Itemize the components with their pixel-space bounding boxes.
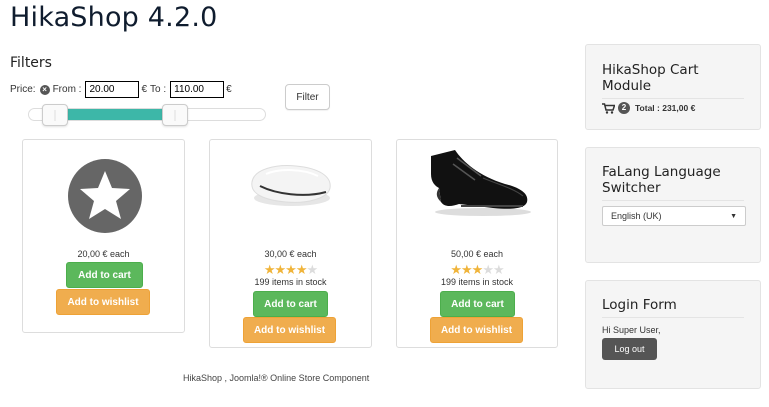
product-card: 30,00 € each ★★★★★ 199 items in stock Ad… bbox=[209, 139, 372, 348]
stock-status: 199 items in stock bbox=[440, 277, 514, 287]
cart-module: HikaShop Cart Module 2 Total : 231,00 € bbox=[585, 44, 761, 130]
star-empty-icon: ★ bbox=[482, 262, 494, 277]
login-greeting: Hi Super User, bbox=[602, 325, 661, 335]
product-price: 20,00 € each bbox=[77, 249, 130, 259]
star-filled-icon: ★ bbox=[285, 262, 297, 277]
module-title: Login Form bbox=[602, 297, 744, 318]
site-title: HikaShop 4.2.0 bbox=[10, 2, 218, 33]
cart-count-badge: 2 bbox=[618, 102, 630, 114]
language-module: FaLang Language Switcher English (UK) ▼ bbox=[585, 147, 761, 263]
language-selected-value: English (UK) bbox=[611, 211, 662, 221]
from-label: From : bbox=[52, 84, 82, 95]
add-to-wishlist-button[interactable]: Add to wishlist bbox=[56, 289, 150, 315]
product-card: 20,00 € each Add to cart Add to wishlist bbox=[22, 139, 185, 333]
clear-filter-icon[interactable]: × bbox=[39, 84, 50, 95]
star-empty-icon: ★ bbox=[306, 262, 318, 277]
logout-button[interactable]: Log out bbox=[602, 338, 657, 360]
price-to-input[interactable] bbox=[170, 81, 225, 98]
currency-symbol: € bbox=[141, 84, 148, 95]
language-select[interactable]: English (UK) ▼ bbox=[602, 206, 746, 226]
module-title: FaLang Language Switcher bbox=[602, 164, 744, 201]
star-filled-icon: ★ bbox=[450, 262, 462, 277]
login-module: Login Form Hi Super User, Log out bbox=[585, 280, 761, 389]
add-to-cart-button[interactable]: Add to cart bbox=[66, 262, 143, 288]
computer-mouse-image[interactable] bbox=[246, 160, 336, 210]
to-label: To : bbox=[150, 84, 167, 95]
black-shoe-image[interactable] bbox=[423, 146, 533, 218]
rating-stars: ★★★★★ bbox=[210, 263, 371, 276]
slider-max-handle[interactable] bbox=[162, 104, 188, 126]
product-card: 50,00 € each ★★★★★ 199 items in stock Ad… bbox=[396, 139, 558, 348]
rating-stars: ★★★★★ bbox=[397, 263, 557, 276]
footer-text: HikaShop , Joomla!® Online Store Compone… bbox=[183, 373, 370, 383]
dropdown-arrow-icon: ▼ bbox=[730, 212, 737, 220]
add-to-wishlist-button[interactable]: Add to wishlist bbox=[243, 317, 336, 343]
add-to-cart-button[interactable]: Add to cart bbox=[440, 291, 515, 317]
module-title: HikaShop Cart Module bbox=[602, 62, 744, 99]
cart-summary[interactable]: 2 Total : 231,00 € bbox=[602, 102, 695, 114]
add-to-cart-button[interactable]: Add to cart bbox=[253, 291, 328, 317]
star-filled-icon: ★ bbox=[274, 262, 287, 277]
slider-min-handle[interactable] bbox=[42, 104, 68, 126]
star-filled-icon: ★ bbox=[471, 262, 484, 277]
star-empty-icon: ★ bbox=[492, 262, 505, 277]
star-filled-icon: ★ bbox=[295, 262, 308, 277]
price-filter-row: Price: × From : € To : € bbox=[10, 81, 232, 98]
add-to-wishlist-button[interactable]: Add to wishlist bbox=[430, 317, 523, 343]
product-price: 50,00 € each bbox=[450, 249, 504, 259]
star-filled-icon: ★ bbox=[263, 262, 276, 277]
price-range-slider[interactable] bbox=[28, 104, 266, 126]
product-price: 30,00 € each bbox=[264, 249, 317, 259]
star-placeholder-icon[interactable] bbox=[67, 158, 143, 234]
price-label: Price: bbox=[10, 84, 36, 95]
filters-heading: Filters bbox=[10, 55, 52, 71]
cart-total: Total : 231,00 € bbox=[635, 103, 696, 113]
price-from-input[interactable] bbox=[85, 81, 140, 98]
slider-range-fill bbox=[55, 109, 175, 120]
filter-button[interactable]: Filter bbox=[285, 84, 330, 110]
star-filled-icon: ★ bbox=[461, 262, 473, 277]
currency-symbol: € bbox=[226, 84, 232, 95]
stock-status: 199 items in stock bbox=[254, 277, 327, 287]
shopping-cart-icon bbox=[602, 102, 615, 114]
